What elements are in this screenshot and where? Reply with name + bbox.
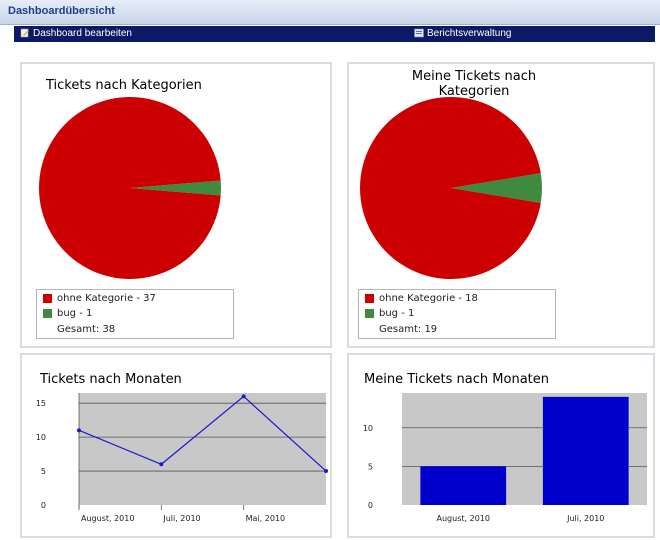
legend-label: bug - 1 <box>379 308 415 319</box>
report-icon <box>414 29 424 38</box>
my-tickets-by-month-panel: Meine Tickets nach Monaten 0 5 10 August, 2… <box>347 353 655 538</box>
legend-label: ohne Kategorie - 37 <box>57 293 156 304</box>
bar <box>420 466 507 505</box>
legend-swatch-red <box>43 293 52 303</box>
x-tick-label: August, 2010 <box>81 514 134 523</box>
y-tick-label: 0 <box>41 501 46 510</box>
chart-legend: ohne Kategorie - 18 bug - 1 Gesamt: 19 <box>358 289 556 339</box>
tickets-by-category-panel: Tickets nach Kategorien ohne Kategorie -… <box>20 62 332 348</box>
legend-swatch-green <box>365 308 374 318</box>
window-title: Dashboardübersicht <box>8 5 115 17</box>
report-management-button[interactable]: Berichtsverwaltung <box>414 27 511 41</box>
legend-total: Gesamt: 38 <box>57 324 116 335</box>
tickets-by-month-line-chart: 0 5 10 15 August, 2010 Juli, 2010 Mai, 2010 <box>36 393 328 523</box>
x-tick-label: August, 2010 <box>437 514 490 523</box>
legend-swatch-red <box>365 293 374 303</box>
title-bar: Dashboardübersicht <box>0 0 660 25</box>
x-tick-label: Mai, 2010 <box>246 514 285 523</box>
edit-icon <box>20 29 29 38</box>
plot-area <box>79 393 326 505</box>
legend-swatch-green <box>43 308 52 318</box>
edit-dashboard-label: Dashboard bearbeiten <box>33 28 132 39</box>
bar <box>542 396 629 505</box>
y-tick-label: 5 <box>368 462 373 471</box>
y-tick-label: 5 <box>41 467 46 476</box>
y-tick-label: 10 <box>36 433 46 442</box>
chart-legend: ohne Kategorie - 37 bug - 1 Gesamt: 38 <box>36 289 234 339</box>
y-tick-label: 0 <box>368 501 373 510</box>
y-tick-label: 10 <box>363 424 373 433</box>
edit-dashboard-button[interactable]: Dashboard bearbeiten <box>20 27 132 41</box>
my-tickets-by-category-panel: Meine Tickets nach Kategorien ohne Kateg… <box>347 62 655 348</box>
legend-item-bug: bug - 1 <box>43 308 92 320</box>
toolbar: Dashboard bearbeiten Berichtsverwaltung <box>14 26 655 42</box>
data-point <box>324 469 328 474</box>
legend-item-bug: bug - 1 <box>365 308 414 320</box>
legend-label: bug - 1 <box>57 308 93 319</box>
y-tick-label: 15 <box>36 399 46 408</box>
report-management-label: Berichtsverwaltung <box>427 28 512 39</box>
data-point <box>77 428 81 433</box>
x-tick-label: Juli, 2010 <box>566 514 604 523</box>
my-tickets-by-month-bar-chart: 0 5 10 August, 2010 Juli, 2010 <box>363 393 647 523</box>
tickets-by-month-panel: Tickets nach Monaten 0 5 10 15 August, 2010 J… <box>20 353 332 538</box>
data-point <box>241 394 246 399</box>
legend-label: ohne Kategorie - 18 <box>379 293 478 304</box>
legend-item-no-category: ohne Kategorie - 18 <box>365 293 478 305</box>
data-point <box>159 462 164 467</box>
x-tick-label: Juli, 2010 <box>162 514 200 523</box>
legend-item-no-category: ohne Kategorie - 37 <box>43 293 156 305</box>
legend-total: Gesamt: 19 <box>379 324 438 335</box>
